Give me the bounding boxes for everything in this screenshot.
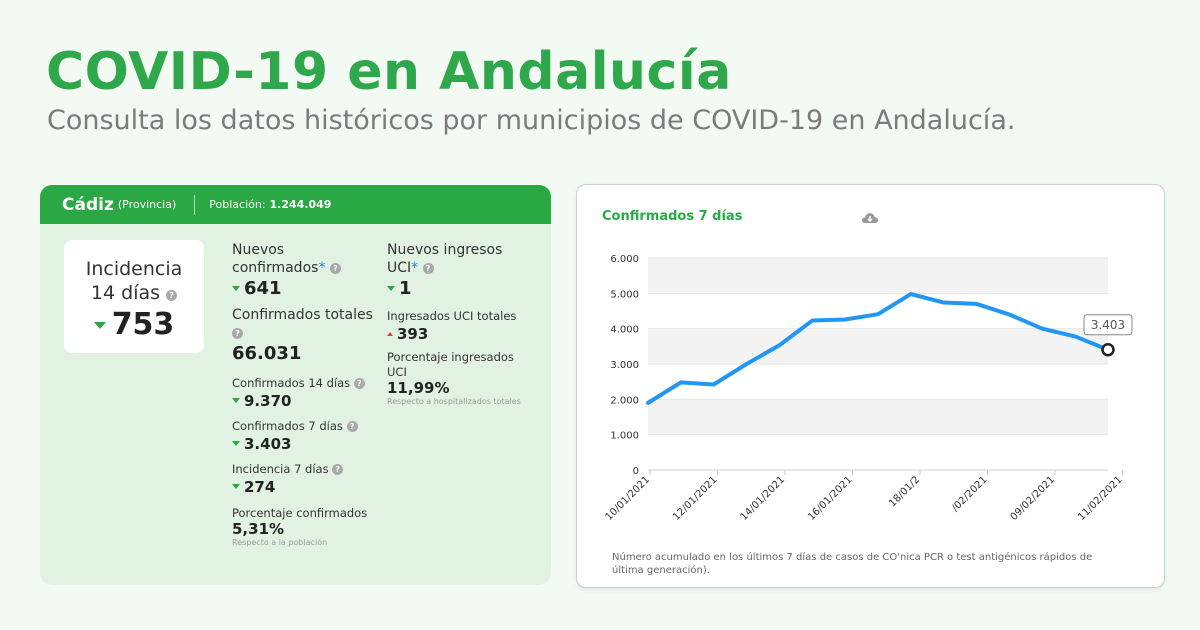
y-tick-label: 4.000 bbox=[610, 325, 639, 336]
line-chart: 0 1.000 2.000 3.000 4.000 5.000 6.000 10/01/202… bbox=[604, 254, 1133, 523]
incidence-14-value: 753 bbox=[111, 307, 175, 342]
icu-total-label: Ingresados UCI totales bbox=[387, 309, 517, 323]
y-tick-label: 1.000 bbox=[610, 431, 639, 442]
x-tick-label: 11/02/2021 bbox=[1076, 474, 1125, 523]
stats-column-cases: Nuevos confirmados* ? 641 Confirmados to… bbox=[232, 241, 377, 548]
y-tick-label: 2.000 bbox=[610, 395, 639, 406]
page-subtitle: Consulta los datos históricos por munici… bbox=[47, 105, 1016, 136]
incidence-period: 14 días ? bbox=[64, 281, 204, 305]
help-icon[interactable]: ? bbox=[332, 464, 344, 475]
confirmed-7-row: 3.403 bbox=[232, 434, 377, 454]
down-arrow-icon bbox=[232, 484, 240, 489]
new-icu-row: 1 bbox=[387, 277, 537, 301]
y-tick-label: 3.000 bbox=[610, 360, 639, 371]
x-tick-label: 16/01/2021 bbox=[806, 474, 855, 523]
total-confirmed-label: Confirmados totales bbox=[232, 307, 373, 323]
confirmed-14-value: 9.370 bbox=[244, 392, 292, 410]
confirmed-percent-label: Porcentaje confirmados bbox=[232, 506, 368, 520]
asterisk-mark: * bbox=[411, 260, 419, 276]
confirmed-14-label: Confirmados 14 días bbox=[232, 376, 351, 390]
x-tick-label: 14/01/2021 bbox=[739, 474, 788, 523]
incidence-label: Incidencia bbox=[85, 258, 183, 280]
confirmed-7-value: 3.403 bbox=[244, 435, 292, 453]
incidence-14-box: Incidencia 14 días ? 753 bbox=[64, 240, 204, 353]
stats-column-icu: Nuevos ingresos UCI* ? 1 Ingresados UCI … bbox=[387, 241, 537, 407]
new-icu-label: Nuevos ingresos UCI bbox=[387, 242, 503, 276]
icu-percent-note: Respecto a hospitalizados totales bbox=[387, 397, 521, 406]
help-icon[interactable]: ? bbox=[346, 421, 358, 432]
help-icon[interactable]: ? bbox=[329, 263, 341, 274]
province-name: Cádiz bbox=[62, 194, 114, 215]
incidence-7-label: Incidencia 7 días bbox=[232, 462, 329, 476]
y-tick-label: 5.000 bbox=[610, 289, 639, 300]
last-point-marker bbox=[1101, 343, 1115, 357]
down-arrow-icon bbox=[387, 286, 395, 291]
new-confirmed-row: 641 bbox=[232, 277, 377, 301]
icu-total-row: 393 bbox=[387, 324, 537, 344]
confirmed-7-label: Confirmados 7 días bbox=[232, 419, 343, 433]
help-icon[interactable]: ? bbox=[353, 378, 365, 389]
x-tick-label: /02/2021 bbox=[950, 474, 990, 514]
confirmed-7-label-row: Confirmados 7 días ? bbox=[232, 419, 377, 434]
down-arrow-icon bbox=[93, 322, 106, 329]
page-title: COVID-19 en Andalucía bbox=[46, 42, 732, 102]
new-confirmed-label: Nuevos confirmados bbox=[232, 242, 319, 276]
chart-footnote: Número acumulado en los últimos 7 días d… bbox=[612, 552, 1093, 576]
total-confirmed-label-row: Confirmados totales ? bbox=[232, 306, 377, 342]
asterisk-mark: * bbox=[318, 260, 326, 276]
x-tick-label: 09/02/2021 bbox=[1009, 474, 1058, 523]
province-type: (Provincia) bbox=[117, 198, 177, 211]
total-confirmed-value: 66.031 bbox=[232, 343, 302, 364]
down-arrow-icon bbox=[232, 398, 240, 403]
incidence-7-row: 274 bbox=[232, 477, 377, 497]
icu-percent-value: 11,99% bbox=[387, 379, 450, 397]
incidence-period-label: 14 días bbox=[90, 282, 161, 304]
help-icon[interactable]: ? bbox=[422, 263, 434, 274]
y-tick-label: 0 bbox=[633, 466, 639, 477]
incidence-7-value: 274 bbox=[244, 478, 276, 496]
grid-band bbox=[648, 258, 1108, 294]
province-stats-card: Cádiz (Provincia) Población: 1.244.049 I… bbox=[40, 185, 551, 585]
grid-band bbox=[648, 399, 1108, 435]
help-icon[interactable]: ? bbox=[232, 328, 243, 339]
y-tick-label: 6.000 bbox=[610, 254, 639, 265]
grid-band bbox=[648, 328, 1108, 364]
incidence-7-label-row: Incidencia 7 días ? bbox=[232, 462, 377, 477]
new-icu-label-row: Nuevos ingresos UCI* ? bbox=[387, 241, 537, 277]
down-arrow-icon bbox=[232, 441, 240, 446]
value-tooltip-label: 3.403 bbox=[1091, 318, 1125, 332]
new-confirmed-value: 641 bbox=[244, 278, 282, 299]
population-label: Población: bbox=[209, 198, 266, 211]
x-tick-label: 18/01/2 bbox=[887, 474, 922, 509]
up-arrow-icon bbox=[387, 332, 393, 336]
confirmed-percent-note: Respecto a la población bbox=[232, 538, 328, 547]
incidence-14-value-row: 753 bbox=[64, 307, 204, 343]
new-icu-value: 1 bbox=[399, 278, 412, 299]
icu-percent-label: Porcentaje ingresados UCI bbox=[387, 350, 514, 379]
province-header: Cádiz (Provincia) Población: 1.244.049 bbox=[40, 185, 551, 224]
x-tick-label: 12/01/2021 bbox=[671, 474, 720, 523]
confirmed-14-row: 9.370 bbox=[232, 391, 377, 411]
help-icon[interactable]: ? bbox=[166, 290, 178, 301]
down-arrow-icon bbox=[232, 286, 240, 291]
confirmed-percent-value: 5,31% bbox=[232, 520, 285, 538]
new-confirmed-label-row: Nuevos confirmados* ? bbox=[232, 241, 377, 277]
x-tick-label: 10/01/2021 bbox=[604, 474, 653, 523]
confirmed-14-label-row: Confirmados 14 días ? bbox=[232, 376, 377, 391]
chart-card: Confirmados 7 días 0 1.000 2.000 3.000 4.000… bbox=[576, 184, 1165, 588]
icu-total-value: 393 bbox=[397, 325, 429, 343]
header-divider bbox=[194, 194, 196, 215]
population-value: 1.244.049 bbox=[269, 198, 332, 211]
